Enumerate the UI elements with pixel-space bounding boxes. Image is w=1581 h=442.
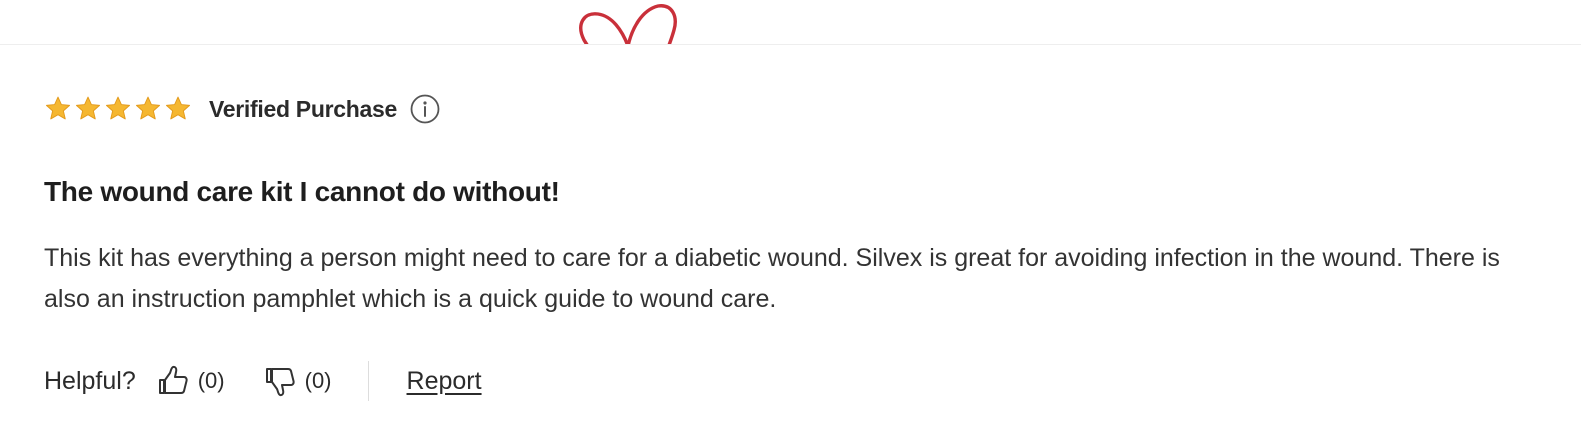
star-rating: [44, 95, 192, 123]
helpful-label: Helpful?: [44, 366, 136, 395]
upvote-count: (0): [197, 368, 225, 393]
star-icon: [45, 96, 71, 120]
verified-purchase-label: Verified Purchase: [209, 95, 397, 122]
star-icon: [75, 96, 101, 120]
downvote-count: (0): [304, 368, 332, 393]
info-icon[interactable]: [409, 93, 441, 125]
rating-row: Verified Purchase: [44, 92, 441, 126]
divider: [367, 361, 369, 401]
thumbs-up-icon: [158, 365, 188, 394]
star-icon: [105, 96, 131, 120]
helpful-yes-button[interactable]: (0): [156, 364, 225, 398]
thumbs-down-icon: [265, 368, 295, 397]
star-icon: [135, 96, 161, 120]
helpful-no-button[interactable]: (0): [263, 364, 332, 398]
review-body: This kit has everything a person might n…: [44, 244, 1500, 313]
review-title: The wound care kit I cannot do without!: [44, 176, 560, 207]
review-actions: Helpful? (0) (0) Report: [44, 360, 482, 402]
report-link[interactable]: Report: [407, 367, 482, 396]
star-icon: [165, 96, 191, 120]
